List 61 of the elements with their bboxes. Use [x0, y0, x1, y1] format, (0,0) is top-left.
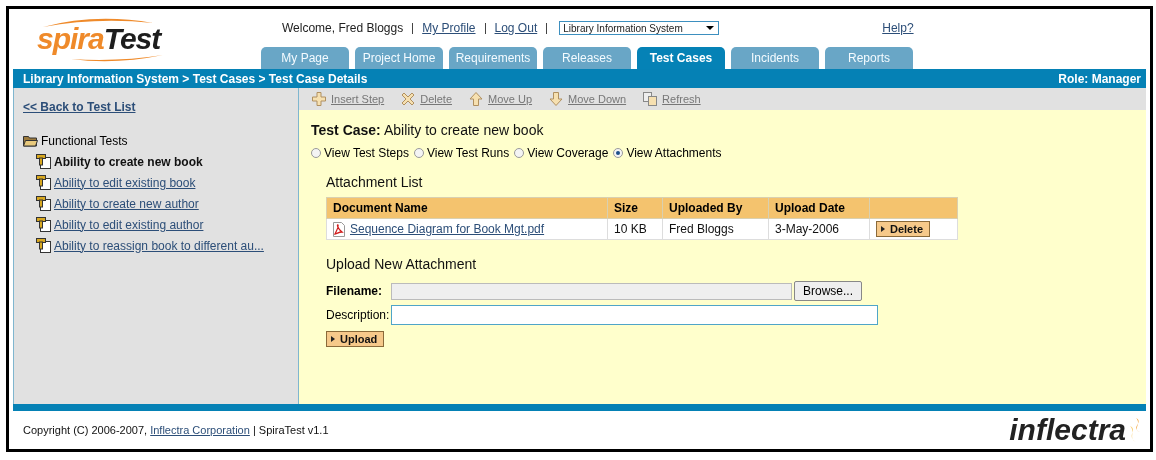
welcome-text: Welcome, Fred Bloggs: [282, 21, 404, 35]
test-case-link[interactable]: Ability to create new author: [54, 196, 199, 211]
radio-label[interactable]: View Test Steps: [324, 146, 409, 160]
radio-label[interactable]: View Coverage: [527, 146, 609, 160]
play-icon: [331, 336, 335, 342]
folder-label[interactable]: Functional Tests: [41, 133, 128, 148]
column-header: Document Name: [326, 197, 608, 219]
toolbar-button[interactable]: Delete: [401, 92, 452, 106]
column-header: Uploaded By: [662, 197, 769, 219]
down-arrow-icon: [549, 92, 564, 106]
test-case-icon: [36, 238, 51, 253]
play-icon: [881, 226, 885, 232]
browse-button[interactable]: Browse...: [794, 281, 862, 301]
copyright-text: Copyright (C) 2006-2007, Inflectra Corporation | SpiraTest v1.1: [23, 424, 329, 436]
field-label: Filename:: [326, 284, 383, 298]
header-link[interactable]: Log Out: [494, 21, 538, 35]
toolbar-button[interactable]: Refresh: [643, 92, 701, 106]
radio-button[interactable]: [311, 148, 321, 158]
radio-button[interactable]: [413, 148, 424, 158]
radio-label[interactable]: View Attachments: [626, 146, 722, 160]
project-select[interactable]: Library Information System: [559, 21, 720, 35]
back-link[interactable]: << Back to Test List: [23, 100, 136, 114]
test-case-icon: [36, 175, 51, 190]
upload-button[interactable]: Upload: [326, 331, 385, 347]
folder-icon: [23, 134, 38, 147]
role-label: Role: Manager: [1058, 71, 1141, 86]
test-case-icon: [36, 196, 51, 211]
test-case-link[interactable]: Ability to edit existing book: [54, 175, 196, 190]
nav-tab[interactable]: Test Cases: [637, 47, 725, 69]
breadcrumb: Library Information System > Test Cases > Test Case Details: [23, 71, 368, 86]
caret-icon: [706, 26, 715, 30]
section-title: Attachment List: [326, 174, 424, 190]
plus-icon: [312, 92, 326, 106]
filename-field[interactable]: [391, 282, 792, 300]
delete-button[interactable]: Delete: [876, 221, 931, 237]
test-case-link[interactable]: Ability to create new book: [54, 154, 203, 169]
pdf-file-icon: [333, 221, 345, 237]
logo: spiraTest: [35, 15, 185, 63]
help-link[interactable]: Help?: [882, 21, 914, 35]
toolbar-button[interactable]: Move Down: [549, 92, 627, 106]
field-label: Description:: [326, 308, 391, 322]
radio-button[interactable]: [613, 148, 624, 158]
column-header: Size: [607, 197, 663, 219]
refresh-icon: [643, 92, 658, 106]
test-case-link[interactable]: Ability to edit existing author: [54, 217, 204, 232]
radio-label[interactable]: View Test Runs: [426, 146, 510, 160]
toolbar-button[interactable]: Move Up: [469, 92, 533, 106]
radio-button[interactable]: [514, 148, 525, 158]
description-field[interactable]: [391, 305, 878, 325]
logo: inflectra: [1009, 413, 1126, 447]
toolbar-button[interactable]: Insert Step: [312, 92, 385, 106]
column-header: Upload Date: [768, 197, 870, 219]
up-arrow-icon: [469, 92, 483, 106]
test-case-link[interactable]: Ability to reassign book to different au...: [54, 238, 264, 253]
section-title: Upload New Attachment: [326, 256, 478, 272]
test-case-icon: [36, 217, 51, 232]
header-link[interactable]: My Profile: [422, 21, 476, 35]
cross-icon: [401, 92, 416, 106]
test-case-icon: [36, 154, 51, 169]
test-case-title: Test Case: Ability to create new book: [311, 122, 544, 138]
company-link[interactable]: Inflectra Corporation: [150, 424, 250, 436]
